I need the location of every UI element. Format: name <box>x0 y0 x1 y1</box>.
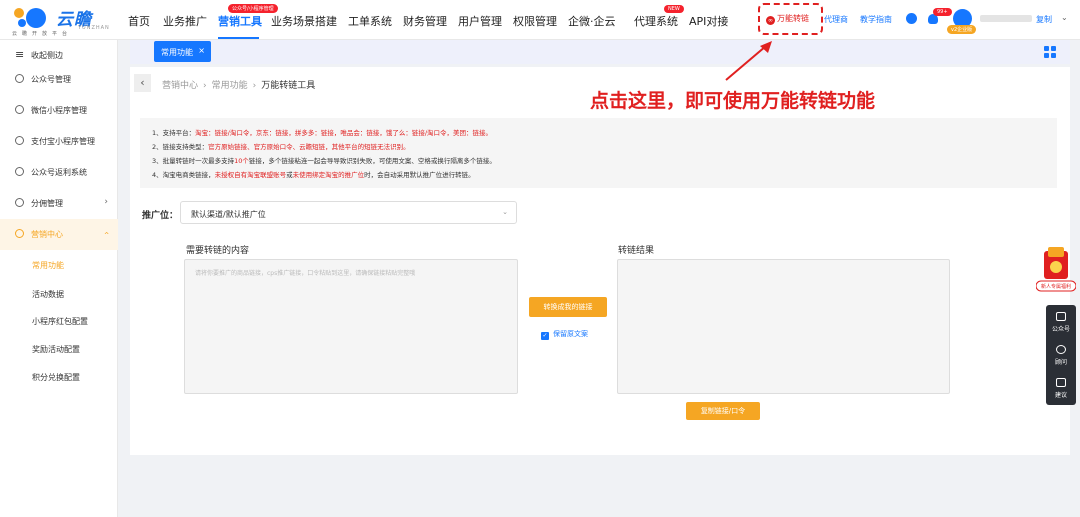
notice-line-4: 4、淘宝电商类链接，未授权自有淘宝联盟账号或未使用绑定淘宝的推广位时，会自动采用… <box>152 171 475 179</box>
breadcrumb-item[interactable]: 营销中心 <box>162 81 198 91</box>
sidebar-sub-common[interactable]: 常用功能 <box>32 260 64 271</box>
notice-line-3: 3、批量转链时一次最多支持10个链接，多个链接粘连一起会导导致识别失败，可使用文… <box>152 157 496 165</box>
gift-icon <box>15 229 24 238</box>
chevron-down-icon[interactable]: ⌄ <box>1061 13 1068 22</box>
wechat-qr-icon <box>1056 312 1066 321</box>
sidebar-item-rebate[interactable]: 公众号返利系统 <box>0 157 118 188</box>
check-icon: ✓ <box>541 332 549 340</box>
promo-position-select[interactable]: 默认渠道/默认推广位 ⌄ <box>180 201 517 224</box>
float-advisor[interactable]: 顾问 <box>1046 338 1076 371</box>
back-button[interactable]: ‹ <box>134 74 151 92</box>
universal-link-button[interactable]: ∞ 万能转链 <box>766 13 809 25</box>
link-icon: ∞ <box>766 16 775 25</box>
nav-finance[interactable]: 财务管理 <box>403 13 447 29</box>
vip-badge: v2企业版 <box>947 25 977 34</box>
headset-icon <box>1056 345 1066 354</box>
sidebar: ≡ 收起侧边 公众号管理 微信小程序管理 支付宝小程序管理 公众号返利系统 分佣… <box>0 40 118 517</box>
nav-business-promo[interactable]: 业务推广 <box>163 13 207 29</box>
brand-slogan: 云瞻开放平台 <box>12 31 73 37</box>
convert-link-button[interactable]: 转换成我的链接 <box>529 297 607 317</box>
tab-common-functions[interactable]: 常用功能 × <box>154 41 211 62</box>
nav-marketing-tools[interactable]: 营销工具 <box>218 13 262 29</box>
nav-ticket-system[interactable]: 工单系统 <box>348 13 392 29</box>
notification-count: 99+ <box>933 8 952 16</box>
wechat-icon <box>15 74 24 83</box>
float-suggest[interactable]: 建议 <box>1046 371 1076 404</box>
grid-icon[interactable] <box>1044 46 1056 58</box>
nav-wecom[interactable]: 企微·企云 <box>568 13 616 29</box>
sidebar-sub-activity-data[interactable]: 活动数据 <box>32 289 64 300</box>
annotation-arrow-icon <box>725 41 772 81</box>
keep-text-checkbox[interactable]: ✓ 保留原文案 <box>541 329 588 340</box>
miniapp-icon <box>15 105 24 114</box>
link-input-textarea[interactable]: 请将你要推广的商品链接，cps推广链接，口令粘贴到这里，请确保链接粘贴完整哦 <box>184 259 518 394</box>
close-icon[interactable]: × <box>198 46 205 55</box>
nav-badge-new: NEW <box>664 5 684 13</box>
sidebar-sub-reward[interactable]: 奖励活动配置 <box>32 344 80 355</box>
breadcrumb-item[interactable]: 常用功能 <box>212 81 248 91</box>
link-input-placeholder: 请将你要推广的商品链接，cps推广链接，口令粘贴到这里，请确保链接粘贴完整哦 <box>195 270 416 277</box>
newbie-gift-icon[interactable]: 新人专属福利 <box>1036 247 1076 295</box>
copy-link-button[interactable]: 复制链接/口令 <box>686 402 760 420</box>
nav-scenario-build[interactable]: 业务场景搭建 <box>271 13 337 29</box>
user-group-icon[interactable] <box>906 13 917 24</box>
rebate-icon <box>15 167 24 176</box>
sidebar-item-commission[interactable]: 分佣管理 › <box>0 188 118 219</box>
result-label: 转链结果 <box>618 246 655 256</box>
brand-logo-icon <box>14 8 46 28</box>
breadcrumb: 营销中心 › 常用功能 › 万能转链工具 <box>162 81 316 91</box>
brand-logo[interactable]: 云瞻 YUNZHAN 云瞻开放平台 <box>10 4 118 37</box>
tab-strip <box>130 40 1070 64</box>
promo-position-label: 推广位： <box>142 211 179 221</box>
chevron-right-icon: › <box>104 197 108 207</box>
result-textarea[interactable] <box>617 259 950 394</box>
sidebar-item-miniapp[interactable]: 微信小程序管理 <box>0 95 118 126</box>
notice-line-2: 2、链接支持类型：官方原始链接、官方原始口令、云瞻短链，其他平台的短链无法识别。 <box>152 143 410 151</box>
nav-users[interactable]: 用户管理 <box>458 13 502 29</box>
chevron-down-icon: ⌄ <box>502 208 508 216</box>
nav-api[interactable]: API对接 <box>689 13 728 29</box>
agent-link[interactable]: 代理商 <box>824 14 848 25</box>
brand-name-en: YUNZHAN <box>78 25 110 31</box>
sidebar-item-marketing-center[interactable]: 营销中心 ‹ <box>0 219 118 250</box>
alipay-icon <box>15 136 24 145</box>
sidebar-sub-points[interactable]: 积分兑换配置 <box>32 372 80 383</box>
edit-icon <box>1056 378 1066 387</box>
float-panel: 公众号 顾问 建议 <box>1046 305 1076 405</box>
sidebar-sub-red-packet[interactable]: 小程序红包配置 <box>32 316 88 327</box>
svg-text:新人专属福利: 新人专属福利 <box>1041 283 1071 290</box>
nav-agent-system[interactable]: 代理系统 <box>634 13 678 29</box>
nav-badge-marketing: 公众号/小程序管理 <box>228 4 278 13</box>
sidebar-item-alipay[interactable]: 支付宝小程序管理 <box>0 126 118 157</box>
annotation-text: 点击这里，即可使用万能转链功能 <box>590 90 876 112</box>
commission-icon <box>15 198 24 207</box>
float-wechat[interactable]: 公众号 <box>1046 305 1076 338</box>
notice-line-1: 1、支持平台：淘宝：链接/淘口令，京东：链接，拼多多：链接，唯品会：链接，饿了么… <box>152 129 493 137</box>
guide-link[interactable]: 教学指南 <box>860 14 892 25</box>
notice-panel: 1、支持平台：淘宝：链接/淘口令，京东：链接，拼多多：链接，唯品会：链接，饿了么… <box>140 118 1057 188</box>
menu-icon: ≡ <box>15 48 25 61</box>
nav-home[interactable]: 首页 <box>128 13 150 29</box>
breadcrumb-current: 万能转链工具 <box>261 81 316 91</box>
nav-permissions[interactable]: 权限管理 <box>513 13 557 29</box>
user-id <box>980 15 1032 22</box>
copy-id-link[interactable]: 复制 <box>1036 14 1052 25</box>
top-navbar: 云瞻 YUNZHAN 云瞻开放平台 首页 业务推广 营销工具 公众号/小程序管理… <box>0 0 1080 40</box>
nav-active-indicator <box>218 37 259 39</box>
sidebar-item-wechat[interactable]: 公众号管理 <box>0 64 118 95</box>
input-content-label: 需要转链的内容 <box>186 246 250 256</box>
chevron-up-icon: ‹ <box>101 231 112 235</box>
